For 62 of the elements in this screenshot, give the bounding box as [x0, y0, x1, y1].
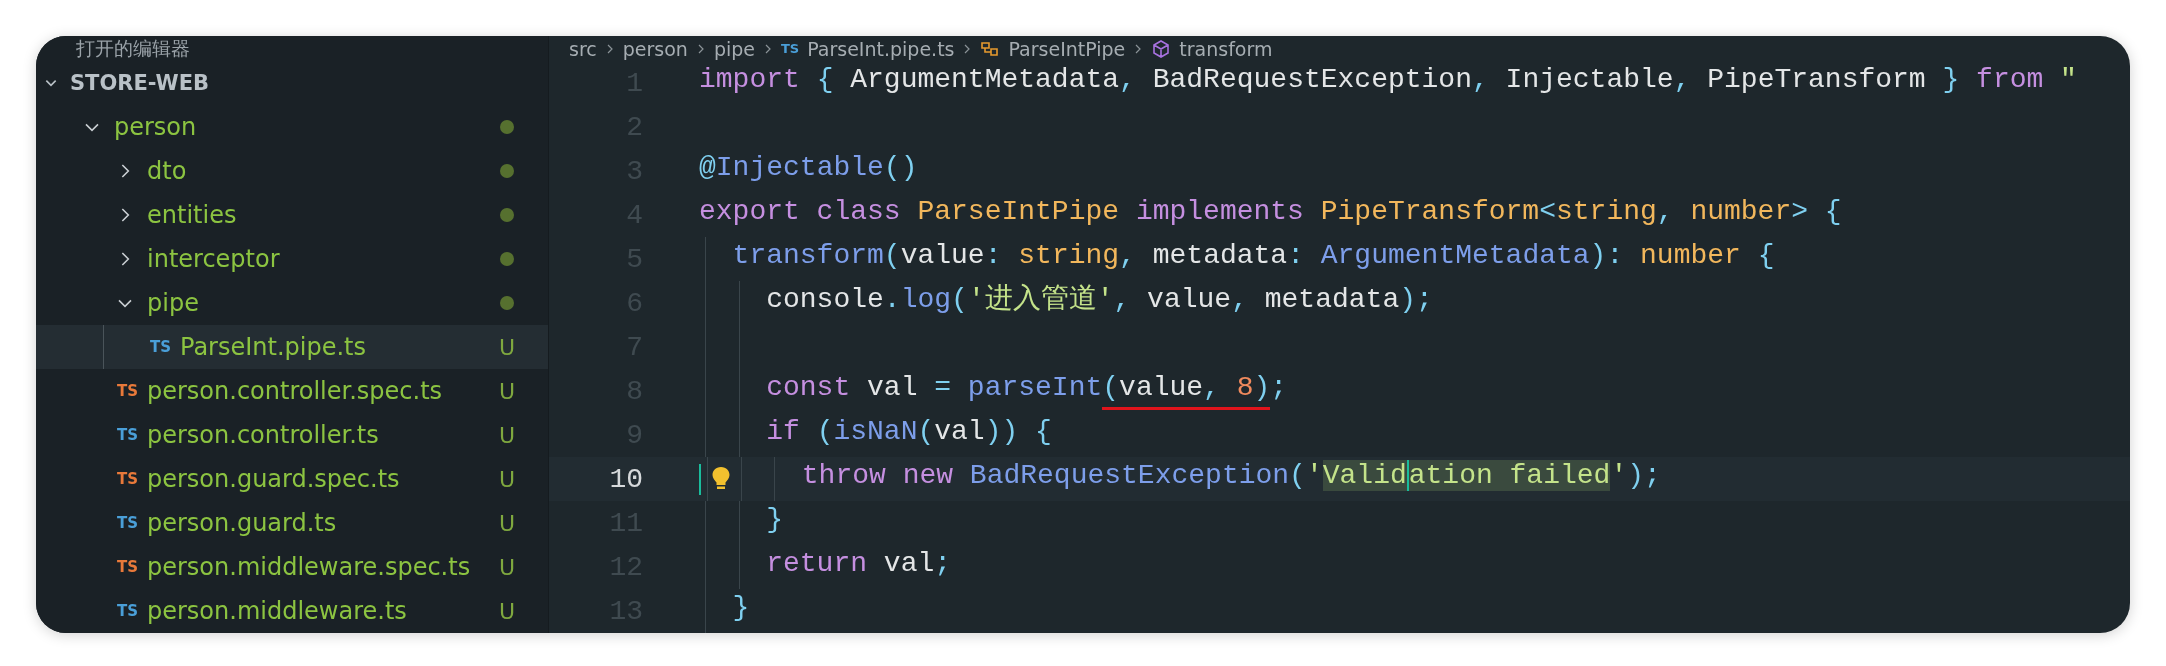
code-line: }	[731, 591, 750, 625]
code-line: }	[765, 503, 783, 537]
git-status: U	[498, 466, 516, 492]
file-type-icon: TS	[117, 602, 147, 620]
project-header[interactable]: STORE-WEB	[36, 61, 548, 105]
breadcrumb-item[interactable]: ParseIntPipe	[1008, 37, 1126, 60]
tree-item[interactable]: TS person.middleware.spec.ts U	[36, 545, 548, 589]
file-name: person.middleware.spec.ts	[147, 553, 472, 581]
git-status: U	[498, 598, 516, 624]
file-type-icon: TS	[117, 514, 147, 532]
git-status: U	[498, 334, 516, 360]
git-status: U	[498, 378, 516, 404]
file-name: entities	[147, 201, 238, 229]
code-line: @Injectable()	[699, 151, 918, 185]
breadcrumb-item[interactable]: transform	[1179, 37, 1273, 60]
tree-item[interactable]: TS ParseInt.pipe.ts U	[36, 325, 548, 369]
line-number: 10	[549, 463, 701, 495]
code-line: if (isNaN(val)) {	[765, 415, 1052, 449]
code-line: const val = parseInt(value, 8);	[699, 371, 1288, 411]
git-status: U	[498, 554, 516, 580]
git-status: U	[498, 422, 516, 448]
file-name: person.middleware.ts	[147, 597, 408, 625]
tree-item[interactable]: TS person.guard.spec.ts U	[36, 457, 548, 501]
tree-item[interactable]: interceptor	[36, 237, 548, 281]
file-name: person.controller.ts	[147, 421, 380, 449]
file-type-icon: TS	[117, 558, 147, 576]
file-name: person.guard.ts	[147, 509, 338, 537]
tree-item[interactable]: pipe	[36, 281, 548, 325]
code-line: import { ArgumentMetadata, BadRequestException, Injectable, PipeTransform } from "	[699, 63, 2077, 97]
tree-item[interactable]: TS person.guard.ts U	[36, 501, 548, 545]
file-name: interceptor	[147, 245, 281, 273]
code-line: console.log('进入管道', value, metadata);	[765, 283, 1433, 317]
cube-icon	[1151, 38, 1172, 59]
file-type-icon: TS	[117, 426, 147, 444]
lightbulb-icon[interactable]	[711, 466, 731, 490]
tree-item[interactable]: TS person.controller.spec.ts U	[36, 369, 548, 413]
file-name: person.controller.spec.ts	[147, 377, 444, 405]
tree-item[interactable]: entities	[36, 193, 548, 237]
breadcrumb-item[interactable]: src	[569, 37, 597, 60]
tree-item[interactable]: dto	[36, 149, 548, 193]
breadcrumb-item[interactable]: pipe	[713, 37, 755, 60]
file-type-icon: TS	[117, 382, 147, 400]
code-line: transform(value: string, metadata: ArgumentMetadata): number {	[731, 239, 1775, 273]
file-name: person	[114, 113, 198, 141]
git-status: U	[498, 510, 516, 536]
tree-item[interactable]: TS person.controller.ts U	[36, 413, 548, 457]
file-name: pipe	[147, 289, 200, 317]
breadcrumb-item[interactable]: person	[622, 37, 688, 60]
tree-item[interactable]: person	[36, 105, 548, 149]
section-title[interactable]: 打开的编辑器	[36, 36, 548, 61]
file-name: dto	[147, 157, 188, 185]
tree-item[interactable]: TS person.middleware.ts U	[36, 589, 548, 633]
code-line: return val;	[765, 547, 952, 581]
project-title: STORE-WEB	[70, 71, 210, 95]
file-name: ParseInt.pipe.ts	[180, 333, 367, 361]
breadcrumb-item[interactable]: ParseInt.pipe.ts	[807, 37, 955, 60]
file-type-icon: TS	[117, 470, 147, 488]
file-name: person.guard.spec.ts	[147, 465, 401, 493]
file-type-icon: TS	[150, 338, 180, 356]
code-line: throw new BadRequestException('Validation failed');	[800, 459, 1661, 493]
code-line: export class ParseIntPipe implements PipeTransform<string, number> {	[699, 195, 1842, 229]
file-type-icon: TS	[781, 41, 800, 56]
